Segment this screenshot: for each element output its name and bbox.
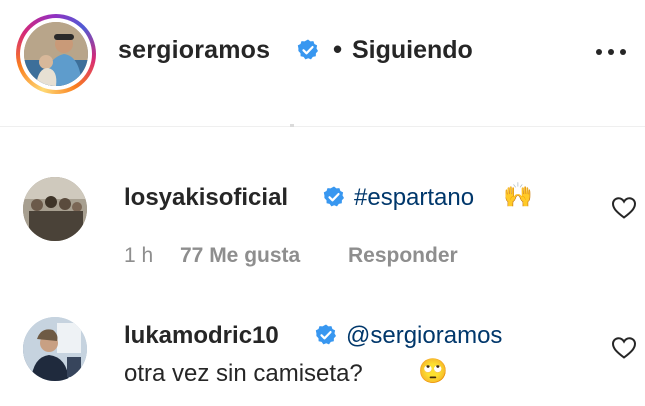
avatar[interactable] xyxy=(23,177,87,241)
comment-likes[interactable]: 77 Me gusta xyxy=(180,244,300,268)
hashtag-link[interactable]: #espartano xyxy=(354,184,474,212)
mention-link[interactable]: @sergioramos xyxy=(346,322,502,350)
eye-roll-emoji: 🙄 xyxy=(418,358,448,385)
verified-badge-icon xyxy=(322,185,346,214)
divider-mark xyxy=(290,124,294,127)
heart-outline-icon[interactable] xyxy=(611,196,637,220)
post-owner-username[interactable]: sergioramos xyxy=(118,36,270,65)
more-options-icon[interactable] xyxy=(594,42,628,62)
raising-hands-emoji: 🙌 xyxy=(503,182,533,209)
profile-photo-icon xyxy=(24,22,88,86)
verified-badge-icon xyxy=(314,323,338,352)
comment-username[interactable]: lukamodric10 xyxy=(124,322,279,350)
separator-dot: • xyxy=(333,34,343,64)
comment-time[interactable]: 1 h xyxy=(124,244,153,268)
avatar xyxy=(24,22,88,86)
group-photo-icon xyxy=(23,177,87,241)
avatar[interactable] xyxy=(23,317,87,381)
verified-badge-icon xyxy=(296,38,320,67)
comment-username[interactable]: losyakisoficial xyxy=(124,184,288,212)
story-ring-avatar[interactable] xyxy=(16,14,96,94)
following-button[interactable]: Siguiendo xyxy=(352,36,473,65)
post-header: sergioramos • Siguiendo xyxy=(0,0,645,127)
profile-photo-icon xyxy=(23,317,87,381)
comment-text: otra vez sin camiseta? xyxy=(124,360,363,387)
heart-outline-icon[interactable] xyxy=(611,336,637,360)
reply-button[interactable]: Responder xyxy=(348,244,458,268)
